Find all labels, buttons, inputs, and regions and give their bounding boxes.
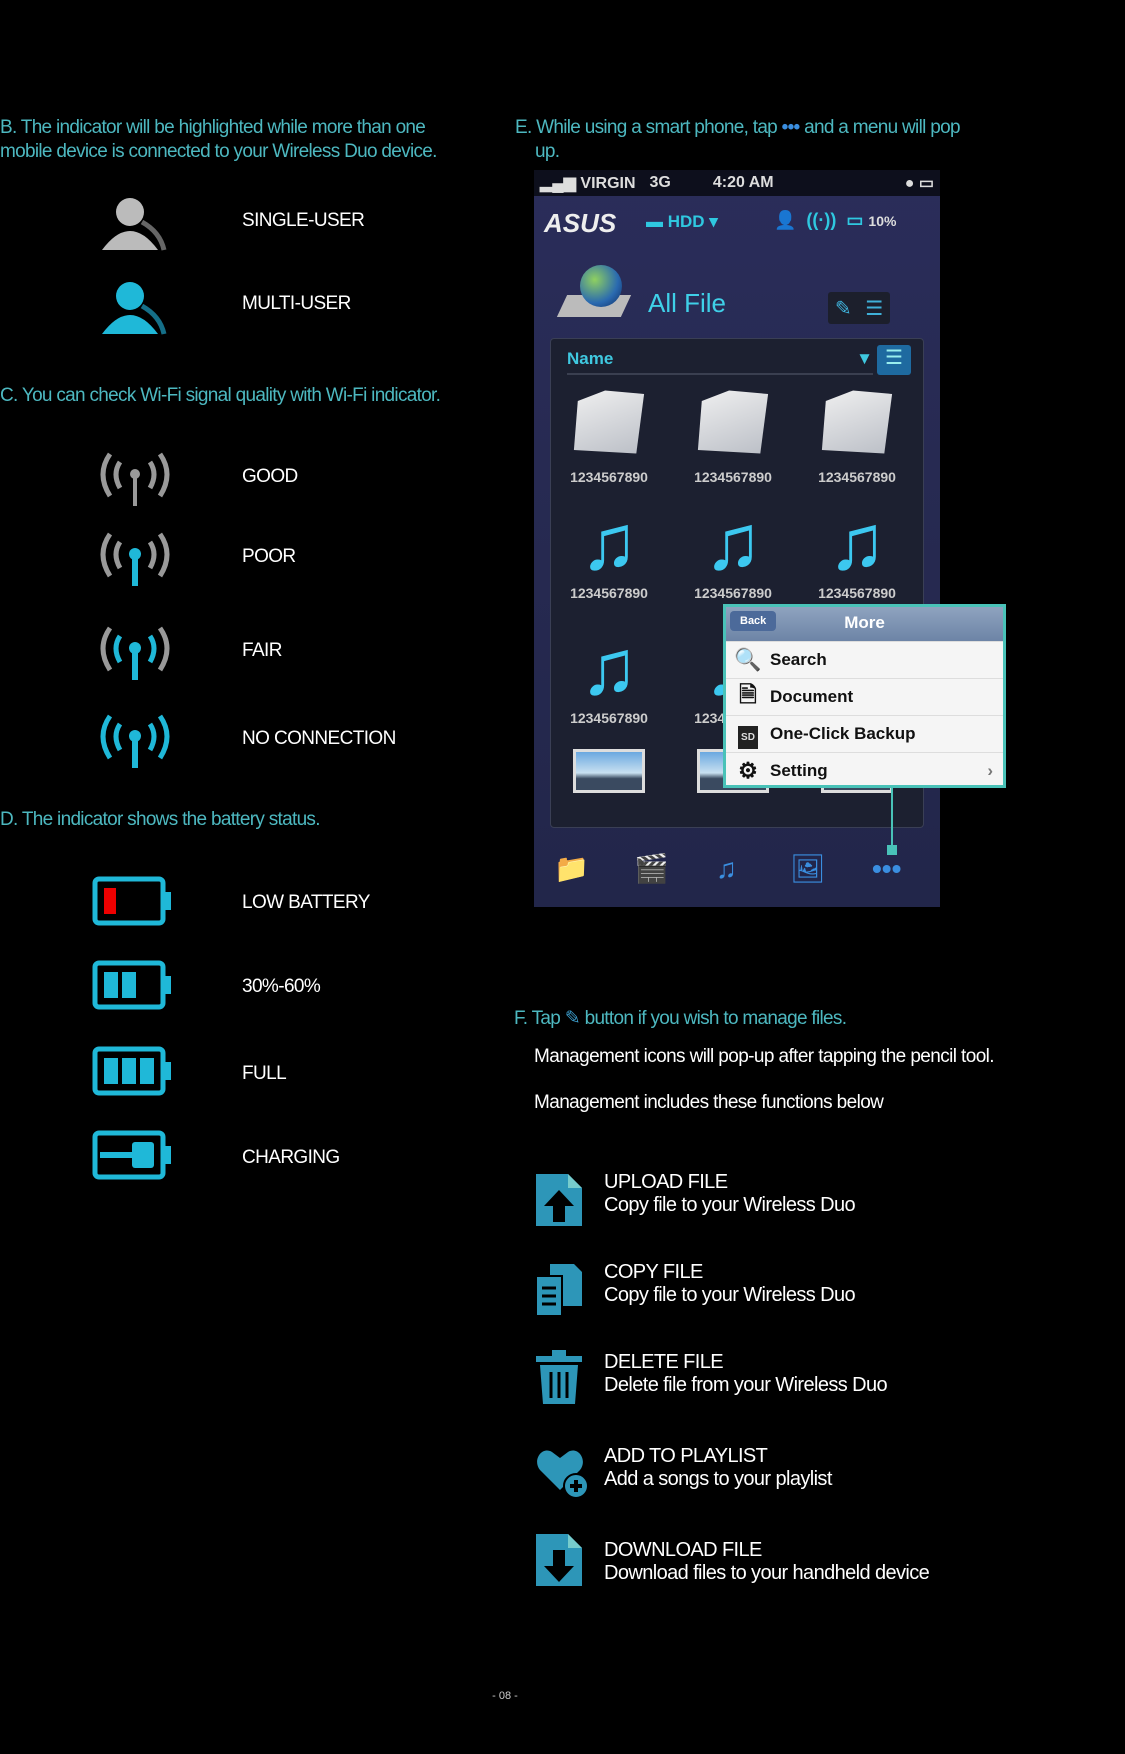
image-thumbnail[interactable] <box>573 749 645 793</box>
tab-folder-icon[interactable]: 📁 <box>554 852 589 885</box>
page-number: - 08 - <box>492 1690 518 1702</box>
phone-screenshot: ▂▄▆ VIRGIN 3G 4:20 AM ● ▭ ASUS ▬ HDD ▾ 👤… <box>534 170 940 907</box>
pencil-button[interactable]: ✎ <box>835 296 852 321</box>
menu-item-document[interactable]: 🗎 Document <box>726 678 1003 715</box>
label: FULL <box>242 1063 287 1084</box>
add-playlist-heart-icon <box>537 1450 589 1499</box>
function-copy: COPY FILE Copy file to your Wireless Duo <box>604 1261 856 1306</box>
menu-header: Back More <box>726 607 1003 641</box>
battery-low-icon <box>92 876 171 926</box>
status-bar: ▂▄▆ VIRGIN 3G 4:20 AM ● ▭ <box>534 170 940 196</box>
page-title: All File <box>648 288 727 318</box>
storage-dropdown[interactable]: ▬ HDD ▾ <box>646 212 718 232</box>
management-text: Management includes these functions belo… <box>534 1092 884 1113</box>
tab-photo-icon[interactable]: 🖼 <box>790 852 826 885</box>
wifi-poor-icon <box>100 532 170 586</box>
label: NO CONNECTION <box>242 728 396 749</box>
battery-full-icon <box>92 1046 171 1096</box>
pencil-icon: ✎ <box>564 1008 581 1029</box>
header-status-icons: 👤 ((·)) ▭ 10% <box>774 210 897 230</box>
download-file-icon <box>536 1534 582 1586</box>
asus-logo: ASUS <box>544 208 617 238</box>
network: 3G <box>649 174 671 191</box>
music-item[interactable]: ♫1234567890 <box>807 499 907 601</box>
folder-icon <box>573 390 645 454</box>
label: LOW BATTERY <box>242 892 370 913</box>
menu-title: More <box>844 613 885 632</box>
more-dots-icon: ••• <box>781 117 801 138</box>
menu-item-one-click-backup[interactable]: SD One-Click Backup <box>726 715 1003 752</box>
globe-icon <box>554 265 632 327</box>
menu-item-setting[interactable]: ⚙ Setting › <box>726 752 1003 789</box>
label: SINGLE-USER <box>242 210 365 231</box>
section-f-heading: F. Tap ✎ button if you wish to manage fi… <box>514 1008 847 1029</box>
upload-file-icon <box>536 1174 582 1226</box>
time: 4:20 AM <box>712 174 774 191</box>
chevron-right-icon: › <box>987 761 993 780</box>
callout-marker <box>887 845 897 855</box>
section-e-heading: E. While using a smart phone, tap ••• an… <box>515 116 975 164</box>
single-user-icon <box>102 198 167 251</box>
sort-order-button[interactable]: ☰ <box>877 345 911 375</box>
heading-text: E. While using a smart phone, tap <box>515 117 778 138</box>
music-icon: ♫ <box>827 498 887 586</box>
carrier: ▂▄▆ VIRGIN <box>540 175 636 192</box>
label: POOR <box>242 546 296 567</box>
list-view-button[interactable]: ☰ <box>865 296 883 321</box>
header-buttons: ✎ ☰ <box>828 292 890 324</box>
more-menu-popup: Back More 🔍 Search 🗎 Document SD One-Click … <box>723 604 1006 788</box>
battery-charging-icon <box>92 1130 171 1180</box>
folder-item[interactable]: 1234567890 <box>559 387 659 485</box>
folder-icon <box>697 390 769 454</box>
wifi-fair-icon <box>100 626 170 680</box>
section-d-heading: D. The indicator shows the battery statu… <box>0 809 321 830</box>
callout-line <box>891 785 893 845</box>
label: 30%-60% <box>242 976 321 997</box>
function-add-playlist: ADD TO PLAYLIST Add a songs to your playl… <box>604 1445 832 1490</box>
tab-more-icon[interactable]: ••• <box>872 853 901 885</box>
music-icon: ♫ <box>703 498 763 586</box>
music-item[interactable]: ♫1234567890 <box>683 499 783 601</box>
label: MULTI-USER <box>242 293 351 314</box>
function-delete: DELETE FILE Delete file from your Wireles… <box>604 1351 888 1396</box>
multi-user-icon <box>102 282 167 335</box>
wifi-good-icon <box>100 452 170 506</box>
search-icon: 🔍 <box>734 647 762 672</box>
sd-card-icon: SD <box>726 720 770 749</box>
section-c-heading: C. You can check Wi-Fi signal quality wi… <box>0 385 441 406</box>
trash-icon <box>536 1350 582 1404</box>
sort-dropdown[interactable]: Name ▼ <box>567 349 873 375</box>
music-item[interactable]: ♫1234567890 <box>559 499 659 601</box>
function-download: DOWNLOAD FILE Download files to your hand… <box>604 1539 930 1584</box>
wifi-no-connection-icon <box>100 714 170 768</box>
music-item[interactable]: ♫1234567890 <box>559 624 659 726</box>
function-upload: UPLOAD FILE Copy file to your Wireless Du… <box>604 1171 856 1216</box>
music-icon: ♫ <box>579 623 639 711</box>
battery-half-icon <box>92 960 171 1010</box>
label: GOOD <box>242 466 298 487</box>
folder-item[interactable]: 1234567890 <box>683 387 783 485</box>
folder-item[interactable]: 1234567890 <box>807 387 907 485</box>
tab-video-icon[interactable]: 🎬 <box>634 852 669 885</box>
copy-file-icon <box>535 1264 582 1317</box>
document-icon: 🗎 <box>739 682 757 707</box>
section-b-heading: B. The indicator will be highlighted whi… <box>0 117 437 162</box>
music-icon: ♫ <box>579 498 639 586</box>
status-battery-icon: ● ▭ <box>904 175 934 192</box>
tab-music-icon[interactable]: ♫ <box>716 853 737 885</box>
gear-icon: ⚙ <box>738 758 758 783</box>
menu-item-search[interactable]: 🔍 Search <box>726 641 1003 678</box>
folder-icon <box>821 390 893 454</box>
label: CHARGING <box>242 1147 340 1168</box>
management-text: Management icons will pop-up after tappi… <box>534 1046 995 1067</box>
label: FAIR <box>242 640 282 661</box>
